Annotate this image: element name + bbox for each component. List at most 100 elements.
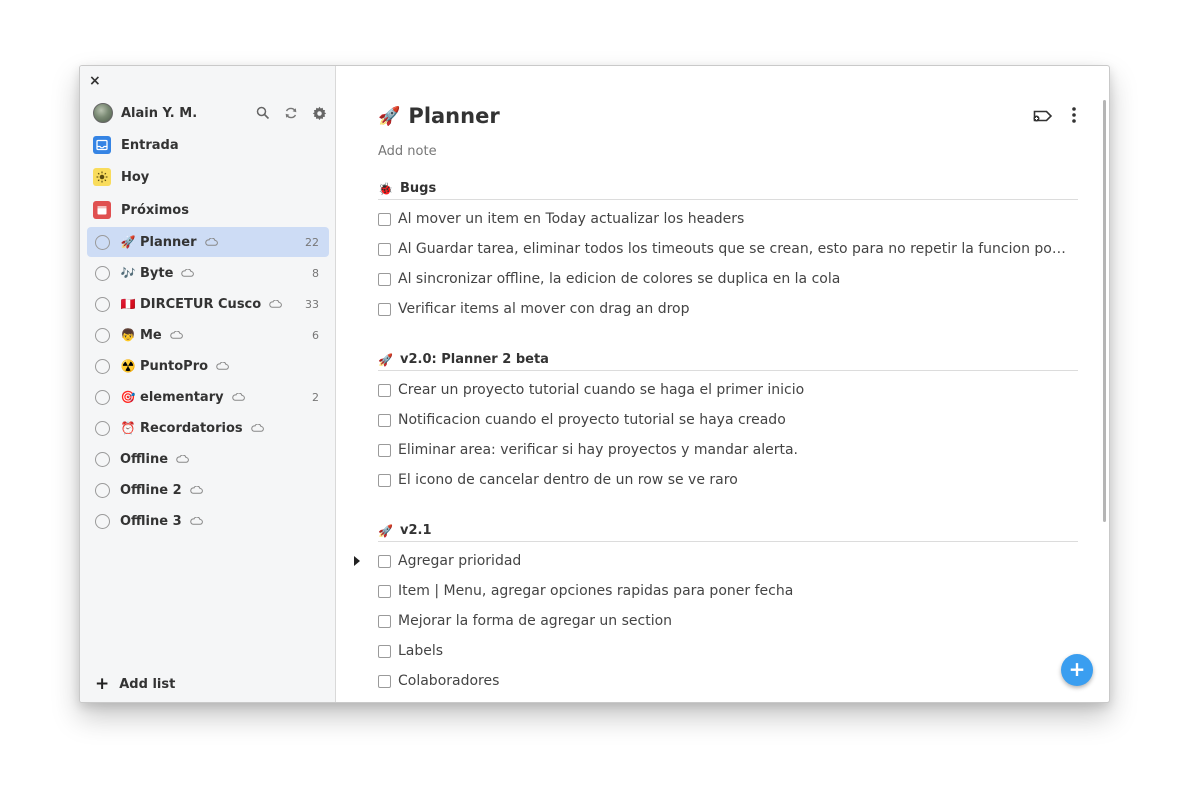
avatar[interactable] [93, 103, 113, 123]
project-emoji: 🎯 [120, 390, 136, 404]
sync-icon[interactable] [283, 105, 299, 121]
task-row[interactable]: Crear un proyecto tutorial cuando se hag… [378, 375, 1078, 405]
task-content[interactable]: Al Guardar tarea, eliminar todos los tim… [398, 241, 1070, 257]
task-row[interactable]: Colaboradores [378, 666, 1078, 696]
task-checkbox[interactable] [378, 644, 391, 658]
task-content[interactable]: Mejorar la forma de agregar un section [398, 613, 672, 629]
search-icon[interactable] [255, 105, 271, 121]
project-title-emoji: 🚀 [378, 105, 401, 127]
task-row[interactable]: Labels [378, 636, 1078, 666]
task-row[interactable]: El icono de cancelar dentro de un row se… [378, 465, 1078, 495]
task-content[interactable]: Al sincronizar offline, la edicion de co… [398, 271, 840, 287]
task-row[interactable]: Al Guardar tarea, eliminar todos los tim… [378, 234, 1078, 264]
user-profile: Alain Y. M. [93, 101, 329, 125]
task-checkbox[interactable] [378, 272, 391, 286]
task-content[interactable]: Verificar items al mover con drag an dro… [398, 301, 689, 317]
task-checkbox[interactable] [378, 614, 391, 628]
project-item-offline[interactable]: Offline [87, 444, 329, 474]
project-name: Offline [120, 451, 169, 467]
cloud-icon [189, 517, 203, 525]
task-content[interactable]: El icono de cancelar dentro de un row se… [398, 472, 738, 488]
task-checkbox[interactable] [378, 383, 391, 397]
expand-arrow-icon[interactable] [354, 556, 360, 566]
project-emoji: ☢️ [120, 359, 136, 373]
task-checkbox[interactable] [378, 584, 391, 598]
project-progress-circle [95, 513, 110, 529]
gear-icon[interactable] [311, 105, 327, 121]
section-title: v2.1 [400, 523, 432, 538]
section-header[interactable]: 🐞 Bugs [378, 178, 1078, 200]
add-task-button[interactable]: + [1061, 654, 1093, 686]
project-emoji: ⏰ [120, 421, 136, 435]
calendar-icon [93, 201, 111, 219]
task-row[interactable]: Item | Menu, agregar opciones rapidas pa… [378, 576, 1078, 606]
project-item-byte[interactable]: 🎶 Byte 8 [87, 258, 329, 288]
section-emoji: 🚀 [378, 523, 393, 538]
project-progress-circle [95, 296, 110, 312]
project-name: Offline 3 [120, 513, 182, 529]
project-item-me[interactable]: 👦 Me 6 [87, 320, 329, 350]
task-content[interactable]: Eliminar area: verificar si hay proyecto… [398, 442, 798, 458]
task-checkbox[interactable] [378, 554, 391, 568]
task-checkbox[interactable] [378, 443, 391, 457]
label-tag-icon[interactable] [1033, 108, 1053, 127]
app-window: × Alain Y. M. Entrada Hoy Próximos 🚀 Pla… [79, 65, 1110, 703]
page-title[interactable]: Planner [408, 104, 499, 128]
inbox-icon [93, 136, 111, 154]
scrollbar[interactable] [1103, 100, 1106, 522]
sun-icon [93, 168, 111, 186]
add-list-button[interactable]: + Add list [95, 676, 175, 693]
project-progress-circle [95, 451, 110, 467]
project-item-recordatorios[interactable]: ⏰ Recordatorios [87, 413, 329, 443]
task-checkbox[interactable] [378, 674, 391, 688]
add-note-field[interactable]: Add note [378, 144, 437, 159]
section-bugs: 🐞 Bugs Al mover un item en Today actuali… [378, 178, 1078, 324]
project-count: 8 [312, 266, 319, 280]
project-emoji: 🚀 [120, 235, 136, 249]
project-progress-circle [95, 265, 110, 281]
nav-today[interactable]: Hoy [93, 165, 149, 189]
task-content[interactable]: Al mover un item en Today actualizar los… [398, 211, 744, 227]
project-name: Planner [140, 234, 197, 250]
section-header[interactable]: 🚀 v2.1 [378, 520, 1078, 542]
project-item-offline-3[interactable]: Offline 3 [87, 506, 329, 536]
project-item-planner[interactable]: 🚀 Planner 22 [87, 227, 329, 257]
nav-inbox[interactable]: Entrada [93, 133, 179, 157]
section-header[interactable]: 🚀 v2.0: Planner 2 beta [378, 349, 1078, 371]
project-item-elementary[interactable]: 🎯 elementary 2 [87, 382, 329, 412]
task-checkbox[interactable] [378, 212, 391, 226]
task-checkbox[interactable] [378, 242, 391, 256]
task-row[interactable]: Mejorar la forma de agregar un section [378, 606, 1078, 636]
project-count: 2 [312, 390, 319, 404]
main-content: 🚀 Planner Add note 🐞 Bugs Al mover un it… [336, 66, 1109, 702]
more-options-icon[interactable] [1071, 106, 1077, 128]
task-row[interactable]: Al sincronizar offline, la edicion de co… [378, 264, 1078, 294]
close-button[interactable]: × [89, 73, 101, 89]
task-checkbox[interactable] [378, 473, 391, 487]
task-checkbox[interactable] [378, 413, 391, 427]
task-row[interactable]: Verificar items al mover con drag an dro… [378, 294, 1078, 324]
task-row[interactable]: Eliminar area: verificar si hay proyecto… [378, 435, 1078, 465]
project-item-offline-2[interactable]: Offline 2 [87, 475, 329, 505]
section-v2-1: 🚀 v2.1 Agregar prioridad Item | Menu, ag… [354, 520, 1078, 696]
task-checkbox[interactable] [378, 302, 391, 316]
task-row[interactable]: Agregar prioridad [354, 546, 1078, 576]
project-name: Me [140, 327, 162, 343]
task-row[interactable]: Notificacion cuando el proyecto tutorial… [378, 405, 1078, 435]
task-content[interactable]: Crear un proyecto tutorial cuando se hag… [398, 382, 804, 398]
task-content[interactable]: Labels [398, 643, 443, 659]
project-name: PuntoPro [140, 358, 209, 374]
task-content[interactable]: Colaboradores [398, 673, 499, 689]
task-content[interactable]: Notificacion cuando el proyecto tutorial… [398, 412, 786, 428]
task-content[interactable]: Agregar prioridad [398, 553, 521, 569]
nav-inbox-label: Entrada [121, 137, 179, 153]
project-name: Offline 2 [120, 482, 182, 498]
task-row[interactable]: Al mover un item en Today actualizar los… [378, 204, 1078, 234]
project-item-puntopro[interactable]: ☢️ PuntoPro [87, 351, 329, 381]
user-name: Alain Y. M. [121, 105, 198, 121]
nav-upcoming[interactable]: Próximos [93, 198, 189, 222]
section-emoji: 🐞 [378, 181, 393, 196]
project-item-dircetur-cusco[interactable]: 🇵🇪 DIRCETUR Cusco 33 [87, 289, 329, 319]
task-content[interactable]: Item | Menu, agregar opciones rapidas pa… [398, 583, 793, 599]
cloud-icon [216, 362, 229, 370]
